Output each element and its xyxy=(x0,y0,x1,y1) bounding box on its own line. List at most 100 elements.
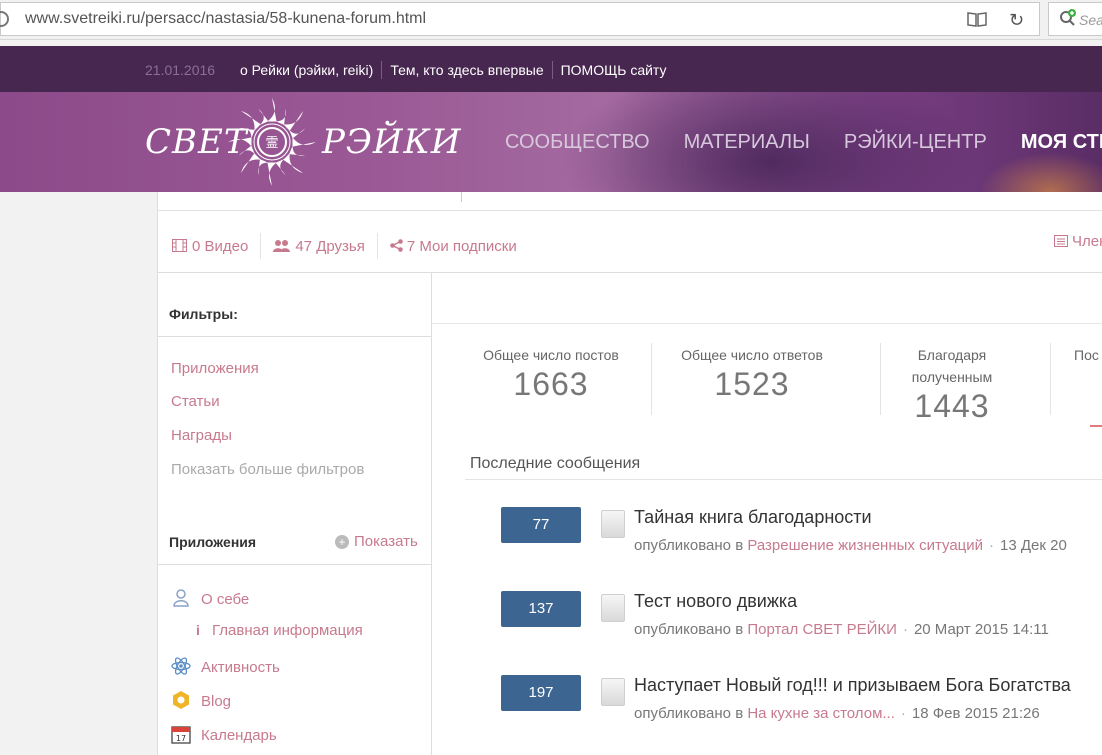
reply-count-badge[interactable]: 77 xyxy=(501,507,581,543)
counter-label: Общее число постов xyxy=(483,347,619,363)
sun-logo-icon[interactable]: 霊 xyxy=(222,92,322,192)
divider xyxy=(651,343,652,415)
counter-label: Общее число ответов xyxy=(681,347,823,363)
sun-ray xyxy=(289,145,306,156)
list-item: 77 Тайная книга благодарности опубликова… xyxy=(501,507,1102,557)
divider xyxy=(551,61,553,79)
app-about-me-label: О себе xyxy=(201,591,250,608)
members-label: Член xyxy=(1072,233,1102,250)
post-title[interactable]: Тайная книга благодарности xyxy=(634,507,872,528)
app-main-info[interactable]: i Главная информация xyxy=(196,622,363,639)
reply-count-badge[interactable]: 197 xyxy=(501,675,581,711)
separator-dot: · xyxy=(989,537,995,554)
stat-subscriptions[interactable]: 7 Мои подписки xyxy=(390,238,517,255)
sun-ray xyxy=(289,128,306,139)
atom-icon xyxy=(171,657,191,675)
plus-icon: + xyxy=(335,535,349,549)
counter-label-line1: Благодаря xyxy=(917,347,987,363)
sun-ray xyxy=(267,162,277,186)
filter-articles[interactable]: Статьи xyxy=(171,393,220,410)
show-apps-button[interactable]: + Показать xyxy=(335,533,418,550)
divider xyxy=(465,479,1102,480)
nav-community[interactable]: СООБЩЕСТВО xyxy=(505,131,650,154)
app-about-me[interactable]: О себе xyxy=(171,588,249,608)
counter-value: 1443 xyxy=(914,388,990,424)
search-box[interactable]: Sea xyxy=(1048,2,1102,36)
info-icon: i xyxy=(196,622,200,638)
divider xyxy=(432,323,1102,324)
site-header: СВЕТ 霊 РЭЙКИ СООБЩЕСТВО МАТЕРИАЛЫ РЭЙКИ-ЦЕ… xyxy=(0,92,1102,192)
reply-count-badge[interactable]: 137 xyxy=(501,591,581,627)
filters-title: Фильтры xyxy=(169,306,234,322)
sun-ray xyxy=(292,137,316,147)
calendar-icon: 17 xyxy=(171,726,191,744)
main-content: Общее число постов 1663 Общее число отве… xyxy=(432,273,1102,755)
subscriptions-label: 7 Мои подписки xyxy=(406,238,517,255)
search-placeholder: Sea xyxy=(1079,12,1102,28)
film-icon xyxy=(172,239,187,252)
filter-awards[interactable]: Награды xyxy=(171,427,232,444)
stat-members[interactable]: Член xyxy=(1054,233,1102,250)
left-sidebar: Фильтры: Приложения Статьи Награды Показ… xyxy=(157,273,432,755)
app-blog-label: Blog xyxy=(201,693,232,710)
top-link-newcomers[interactable]: Тем, кто здесь впервые xyxy=(390,62,543,78)
svg-text:17: 17 xyxy=(176,734,186,743)
divider xyxy=(880,343,881,415)
logo-text-right[interactable]: РЭЙКИ xyxy=(322,122,462,162)
sun-ray xyxy=(238,145,255,156)
nav-materials[interactable]: МАТЕРИАЛЫ xyxy=(684,131,810,154)
url-text[interactable]: www.svetreiki.ru/persacc/nastasia/58-kun… xyxy=(25,10,426,28)
hexagon-icon xyxy=(173,691,189,709)
list-item: 137 Тест нового движка опубликовано в По… xyxy=(501,591,1102,641)
counter-partial: Пос xyxy=(1074,344,1102,366)
current-date: 21.01.2016 xyxy=(145,62,216,78)
post-title[interactable]: Наступает Новый год!!! и призываем Бога … xyxy=(634,675,1071,696)
post-thumbnail-icon xyxy=(601,678,625,706)
divider xyxy=(260,233,262,259)
sun-ray xyxy=(228,137,252,147)
share-icon xyxy=(390,239,403,252)
svg-text:霊: 霊 xyxy=(265,136,278,151)
sun-ray xyxy=(283,110,304,131)
post-category[interactable]: Портал СВЕТ РЕЙКИ xyxy=(747,621,897,638)
published-label: опубликовано в xyxy=(634,705,744,722)
post-title[interactable]: Тест нового движка xyxy=(634,591,797,612)
separator-dot: · xyxy=(902,621,908,638)
counter-replies: Общее число ответов 1523 xyxy=(668,344,836,402)
post-thumbnail-icon xyxy=(601,510,625,538)
post-meta: опубликовано в Разрешение жизненных ситу… xyxy=(634,537,1067,554)
post-date: 20 Март 2015 14:11 xyxy=(913,621,1049,638)
reload-icon[interactable]: ↻ xyxy=(1009,10,1024,31)
stat-friends[interactable]: 47 Друзья xyxy=(273,238,365,255)
separator-dot: · xyxy=(900,705,906,722)
top-link-help-site[interactable]: ПОМОЩЬ сайту xyxy=(561,62,667,78)
divider xyxy=(158,564,432,565)
top-links: о Рейки (рэйки, reiki) Тем, кто здесь впе… xyxy=(240,61,667,79)
post-meta: опубликовано в Портал СВЕТ РЕЙКИ · 20 Март… xyxy=(634,621,1049,638)
reader-view-icon[interactable] xyxy=(967,11,987,27)
address-bar[interactable]: www.svetreiki.ru/persacc/nastasia/58-kun… xyxy=(0,2,1040,36)
app-blog[interactable]: Blog xyxy=(171,690,231,710)
counter-thanks: Благодаря полученным 1443 xyxy=(892,344,1012,424)
videos-label: 0 Видео xyxy=(192,238,249,255)
accent-line xyxy=(1090,425,1102,427)
globe-icon xyxy=(0,11,9,27)
list-item: 197 Наступает Новый год!!! и призываем Б… xyxy=(501,675,1102,725)
apps-heading: Приложения xyxy=(169,534,257,550)
post-category[interactable]: Разрешение жизненных ситуаций xyxy=(747,537,983,554)
show-more-filters[interactable]: Показать больше фильтров xyxy=(171,461,364,478)
app-main-info-label: Главная информация xyxy=(212,622,363,639)
filter-apps[interactable]: Приложения xyxy=(171,360,259,377)
stat-videos[interactable]: 0 Видео xyxy=(172,238,248,255)
app-calendar[interactable]: 17 Календарь xyxy=(171,724,277,744)
nav-reiki-center[interactable]: РЭЙКИ-ЦЕНТР xyxy=(844,131,987,154)
app-activity[interactable]: Активность xyxy=(171,656,280,676)
nav-my-page[interactable]: МОЯ СТР xyxy=(1021,131,1102,154)
sun-ray xyxy=(283,153,304,174)
filters-colon: : xyxy=(233,306,238,322)
divider xyxy=(376,233,378,259)
top-link-about-reiki[interactable]: о Рейки (рэйки, reiki) xyxy=(240,62,373,78)
post-category[interactable]: На кухне за столом... xyxy=(747,705,895,722)
sun-ray xyxy=(267,98,277,122)
app-calendar-label: Календарь xyxy=(201,727,277,744)
